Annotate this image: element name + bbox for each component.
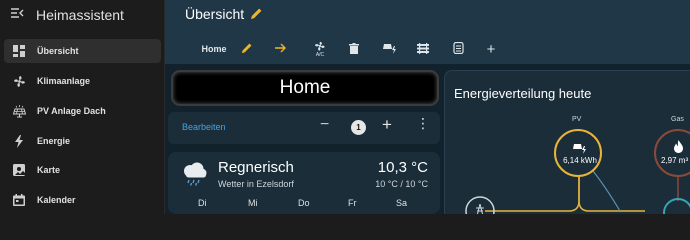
weather-location: Wetter in Ezelsdorf (218, 179, 294, 189)
forecast-day: Di (198, 198, 207, 208)
tab-water-heater[interactable] (449, 38, 467, 60)
home-button-label: Home (279, 77, 331, 98)
decrement-button[interactable]: − (320, 116, 329, 134)
forecast-day: Mi (248, 198, 258, 208)
tab-trash[interactable] (345, 38, 363, 60)
sidebar: Heimassistent Übersicht Klimaanlage PV A… (0, 0, 165, 214)
weather-temperature: 10,3 °C (377, 159, 428, 176)
pv-value: 6,14 kWh (563, 156, 597, 165)
forecast-days: Di Mi Do Fr Sa (168, 198, 440, 212)
heater-icon (417, 42, 429, 56)
energy-distribution-card[interactable]: Energieverteilung heute PV Gas 6,14 kWh … (444, 70, 690, 214)
forecast-day: Fr (348, 198, 357, 208)
more-menu-button[interactable]: ⋮ (416, 115, 430, 132)
forecast-day: Do (298, 198, 310, 208)
pencil-icon (241, 43, 252, 56)
sidebar-item-label: Energie (37, 136, 71, 146)
sidebar-item-kalender[interactable]: Kalender (4, 188, 161, 212)
rain-cloud-icon (180, 162, 208, 191)
plus-icon: + (486, 40, 496, 58)
sidebar-item-label: Übersicht (37, 46, 79, 56)
sidebar-header: Heimassistent (0, 0, 164, 30)
weather-card[interactable]: Regnerisch Wetter in Ezelsdorf 10,3 °C 1… (168, 152, 440, 214)
edit-link[interactable]: Bearbeiten (182, 122, 226, 132)
pv-node[interactable]: 6,14 kWh (554, 129, 602, 177)
top-bar: Übersicht Home A/C + (165, 0, 690, 64)
tab-add[interactable]: + (482, 38, 500, 60)
sidebar-item-pv-anlage-dach[interactable]: PV Anlage Dach (4, 99, 161, 123)
sidebar-item-label: Kalender (37, 195, 76, 205)
trash-icon (349, 42, 359, 56)
tab-edit[interactable] (237, 38, 255, 60)
app-title: Heimassistent (36, 7, 124, 23)
count-badge: 1 (351, 120, 366, 135)
gas-value: 2,97 m³ (661, 156, 689, 165)
lightning-icon (12, 134, 26, 148)
map-icon (12, 163, 26, 177)
tab-home[interactable]: Home (201, 38, 227, 60)
calendar-icon (12, 193, 26, 207)
dashboard-icon (12, 44, 26, 58)
weather-range: 10 °C / 10 °C (375, 179, 428, 189)
sidebar-item-klimaanlage[interactable]: Klimaanlage (4, 69, 161, 93)
main-area: Übersicht Home A/C + Home Bearbeiten − 1… (165, 0, 690, 214)
tab-home-label: Home (201, 44, 227, 54)
solar-panel-icon (12, 104, 26, 118)
tab-heater[interactable] (414, 38, 432, 60)
forecast-day: Sa (396, 198, 408, 208)
sidebar-item-karte[interactable]: Karte (4, 158, 161, 182)
sidebar-item-energie[interactable]: Energie (4, 129, 161, 153)
tab-solar[interactable] (380, 38, 398, 60)
page-title: Übersicht (185, 6, 245, 22)
left-column: Home Bearbeiten − 1 + ⋮ Regnerisch Wette… (168, 66, 440, 214)
edit-row: Bearbeiten − 1 + ⋮ (168, 112, 440, 144)
home-button[interactable]: Home (171, 70, 439, 106)
air-conditioner-icon (314, 41, 326, 53)
sidebar-item-label: PV Anlage Dach (37, 106, 106, 116)
tab-next[interactable] (272, 38, 290, 60)
solar-power-icon (382, 42, 396, 56)
tab-ac[interactable]: A/C (310, 38, 330, 60)
weather-condition: Regnerisch (218, 159, 294, 176)
increment-button[interactable]: + (382, 115, 392, 135)
arrow-right-icon (275, 43, 287, 55)
menu-collapse-icon[interactable] (10, 6, 24, 24)
sidebar-item-uebersicht[interactable]: Übersicht (4, 39, 161, 63)
water-heater-icon (452, 41, 464, 56)
ac-sub-label: A/C (315, 51, 325, 58)
sidebar-item-label: Klimaanlage (37, 76, 91, 86)
edit-title-pencil-icon[interactable] (250, 7, 262, 25)
sidebar-item-label: Karte (37, 165, 61, 175)
grid-tower-icon (474, 203, 486, 214)
fan-icon (12, 74, 26, 88)
